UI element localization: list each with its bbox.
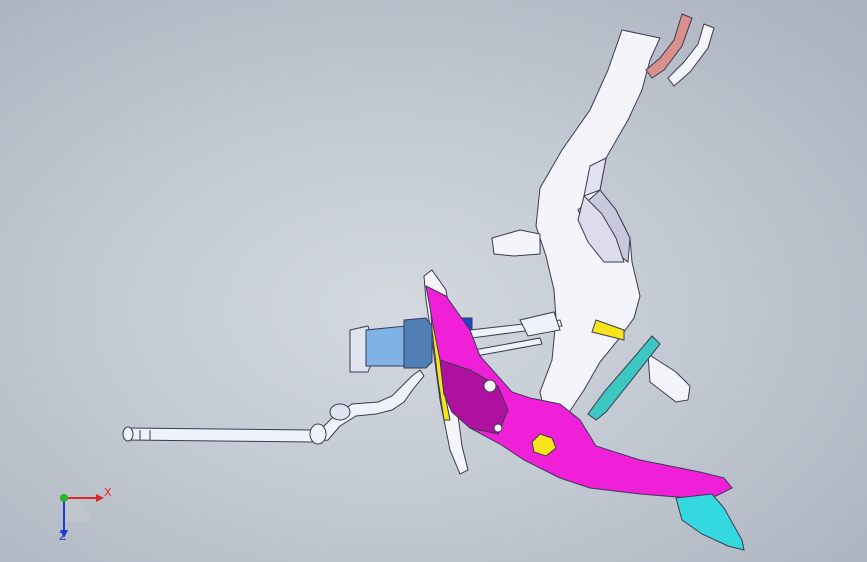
cad-viewport[interactable]: X Z bbox=[0, 0, 867, 562]
copper-clip[interactable] bbox=[645, 13, 715, 87]
mounting-bracket[interactable] bbox=[491, 29, 691, 415]
pedal-assembly-model[interactable] bbox=[0, 0, 867, 562]
x-axis-label: X bbox=[104, 486, 112, 499]
z-axis-label: Z bbox=[59, 530, 67, 543]
push-rods[interactable] bbox=[469, 311, 563, 357]
orientation-triad[interactable] bbox=[44, 476, 124, 556]
y-axis-dot bbox=[60, 494, 68, 502]
pedal-pad[interactable] bbox=[675, 493, 745, 551]
hydraulic-pipe[interactable] bbox=[122, 369, 425, 445]
x-axis-arrow bbox=[96, 494, 104, 502]
triad-axes bbox=[60, 494, 104, 538]
